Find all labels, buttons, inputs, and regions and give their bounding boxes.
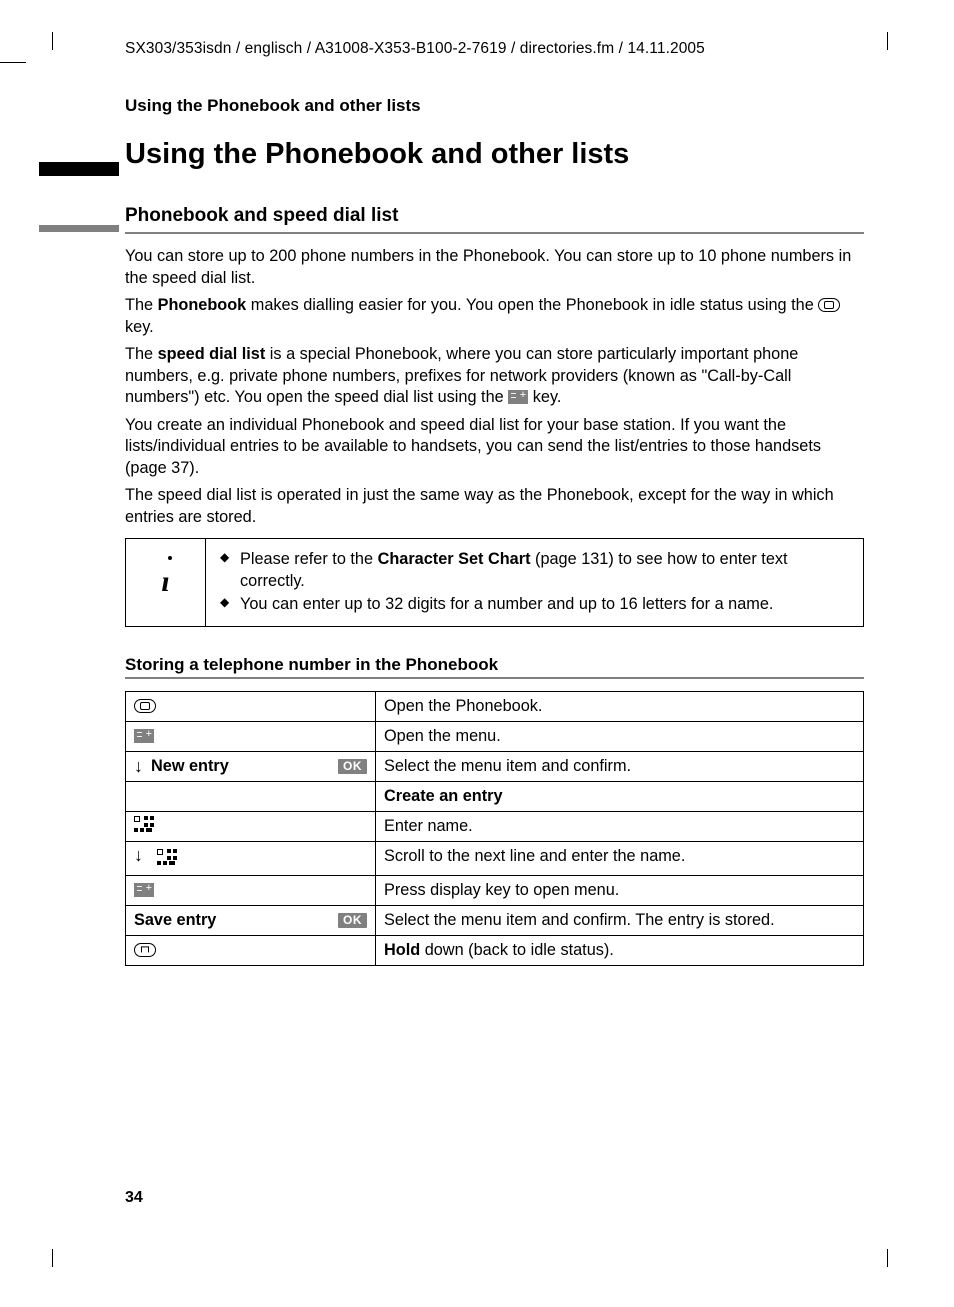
page-title: Using the Phonebook and other lists: [125, 138, 864, 171]
subheading-bar: [39, 225, 119, 232]
text: key.: [125, 318, 154, 336]
step-description: Create an entry: [376, 782, 864, 812]
menu-item-label: Save entry: [134, 910, 216, 931]
step-description: Hold down (back to idle status).: [376, 935, 864, 965]
section-rule: [125, 232, 864, 234]
keypad-icon: [134, 816, 152, 834]
menu-item-label: New entry: [151, 756, 229, 777]
document-path: SX303/353isdn / englisch / A31008-X353-B…: [125, 40, 864, 58]
body-paragraph: The speed dial list is a special Phonebo…: [125, 344, 864, 409]
bold-text: Phonebook: [158, 296, 247, 314]
table-row: ↓ Scroll to the next line and enter the …: [126, 842, 864, 875]
table-row: Create an entry: [126, 782, 864, 812]
running-head: Using the Phonebook and other lists: [125, 96, 864, 116]
subsection-rule: [125, 677, 864, 679]
page-number: 34: [125, 1189, 143, 1207]
step-description: Open the Phonebook.: [376, 691, 864, 721]
step-description: Open the menu.: [376, 721, 864, 751]
step-description: Press display key to open menu.: [376, 875, 864, 905]
subsection-heading: Storing a telephone number in the Phoneb…: [125, 655, 864, 675]
ok-badge: OK: [338, 913, 367, 928]
step-description: Enter name.: [376, 812, 864, 842]
crop-tick: [52, 1249, 53, 1267]
procedure-table: Open the Phonebook. Open the menu. ↓ New…: [125, 691, 864, 967]
text: makes dialling easier for you. You open …: [246, 296, 818, 314]
table-row: Hold down (back to idle status).: [126, 935, 864, 965]
ok-badge: OK: [338, 759, 367, 774]
table-row: Open the menu.: [126, 721, 864, 751]
keypad-icon: [157, 849, 175, 867]
table-row: ↓ New entry OK Select the menu item and …: [126, 751, 864, 781]
text: The: [125, 345, 158, 363]
down-arrow-icon: ↓: [134, 845, 143, 865]
text: Please refer to the: [240, 550, 378, 568]
bold-text: speed dial list: [158, 345, 266, 363]
info-bullet: You can enter up to 32 digits for a numb…: [240, 594, 849, 616]
section-heading: Phonebook and speed dial list: [125, 205, 864, 231]
table-row: Open the Phonebook.: [126, 691, 864, 721]
phonebook-key-icon: [818, 298, 840, 312]
info-body: Please refer to the Character Set Chart …: [206, 539, 863, 626]
table-row: Save entry OK Select the menu item and c…: [126, 905, 864, 935]
bold-text: Character Set Chart: [378, 550, 531, 568]
body-paragraph: You create an individual Phonebook and s…: [125, 415, 864, 480]
crop-tick: [52, 32, 53, 50]
crop-tick: [0, 62, 26, 63]
body-paragraph: You can store up to 200 phone numbers in…: [125, 246, 864, 289]
menu-key-icon: [134, 883, 154, 897]
info-icon-cell: ı: [126, 539, 206, 626]
info-icon: ı: [161, 565, 169, 599]
text: The: [125, 296, 158, 314]
heading-bar: [39, 162, 119, 176]
bold-text: Hold: [384, 941, 420, 959]
down-arrow-icon: ↓: [134, 757, 143, 775]
speed-dial-key-icon: [508, 390, 528, 404]
table-row: Enter name.: [126, 812, 864, 842]
step-description: Scroll to the next line and enter the na…: [376, 842, 864, 875]
phonebook-key-icon: [134, 699, 156, 713]
hangup-key-icon: [134, 943, 156, 957]
body-paragraph: The Phonebook makes dialling easier for …: [125, 295, 864, 338]
crop-tick: [887, 1249, 888, 1267]
table-row: Press display key to open menu.: [126, 875, 864, 905]
info-box: ı Please refer to the Character Set Char…: [125, 538, 864, 627]
bold-text: Create an entry: [384, 787, 503, 805]
menu-key-icon: [134, 729, 154, 743]
step-description: Select the menu item and confirm.: [376, 751, 864, 781]
body-paragraph: The speed dial list is operated in just …: [125, 485, 864, 528]
crop-tick: [887, 32, 888, 50]
text: key.: [528, 388, 561, 406]
step-description: Select the menu item and confirm. The en…: [376, 905, 864, 935]
info-bullet: Please refer to the Character Set Chart …: [240, 549, 849, 592]
text: down (back to idle status).: [420, 941, 614, 959]
